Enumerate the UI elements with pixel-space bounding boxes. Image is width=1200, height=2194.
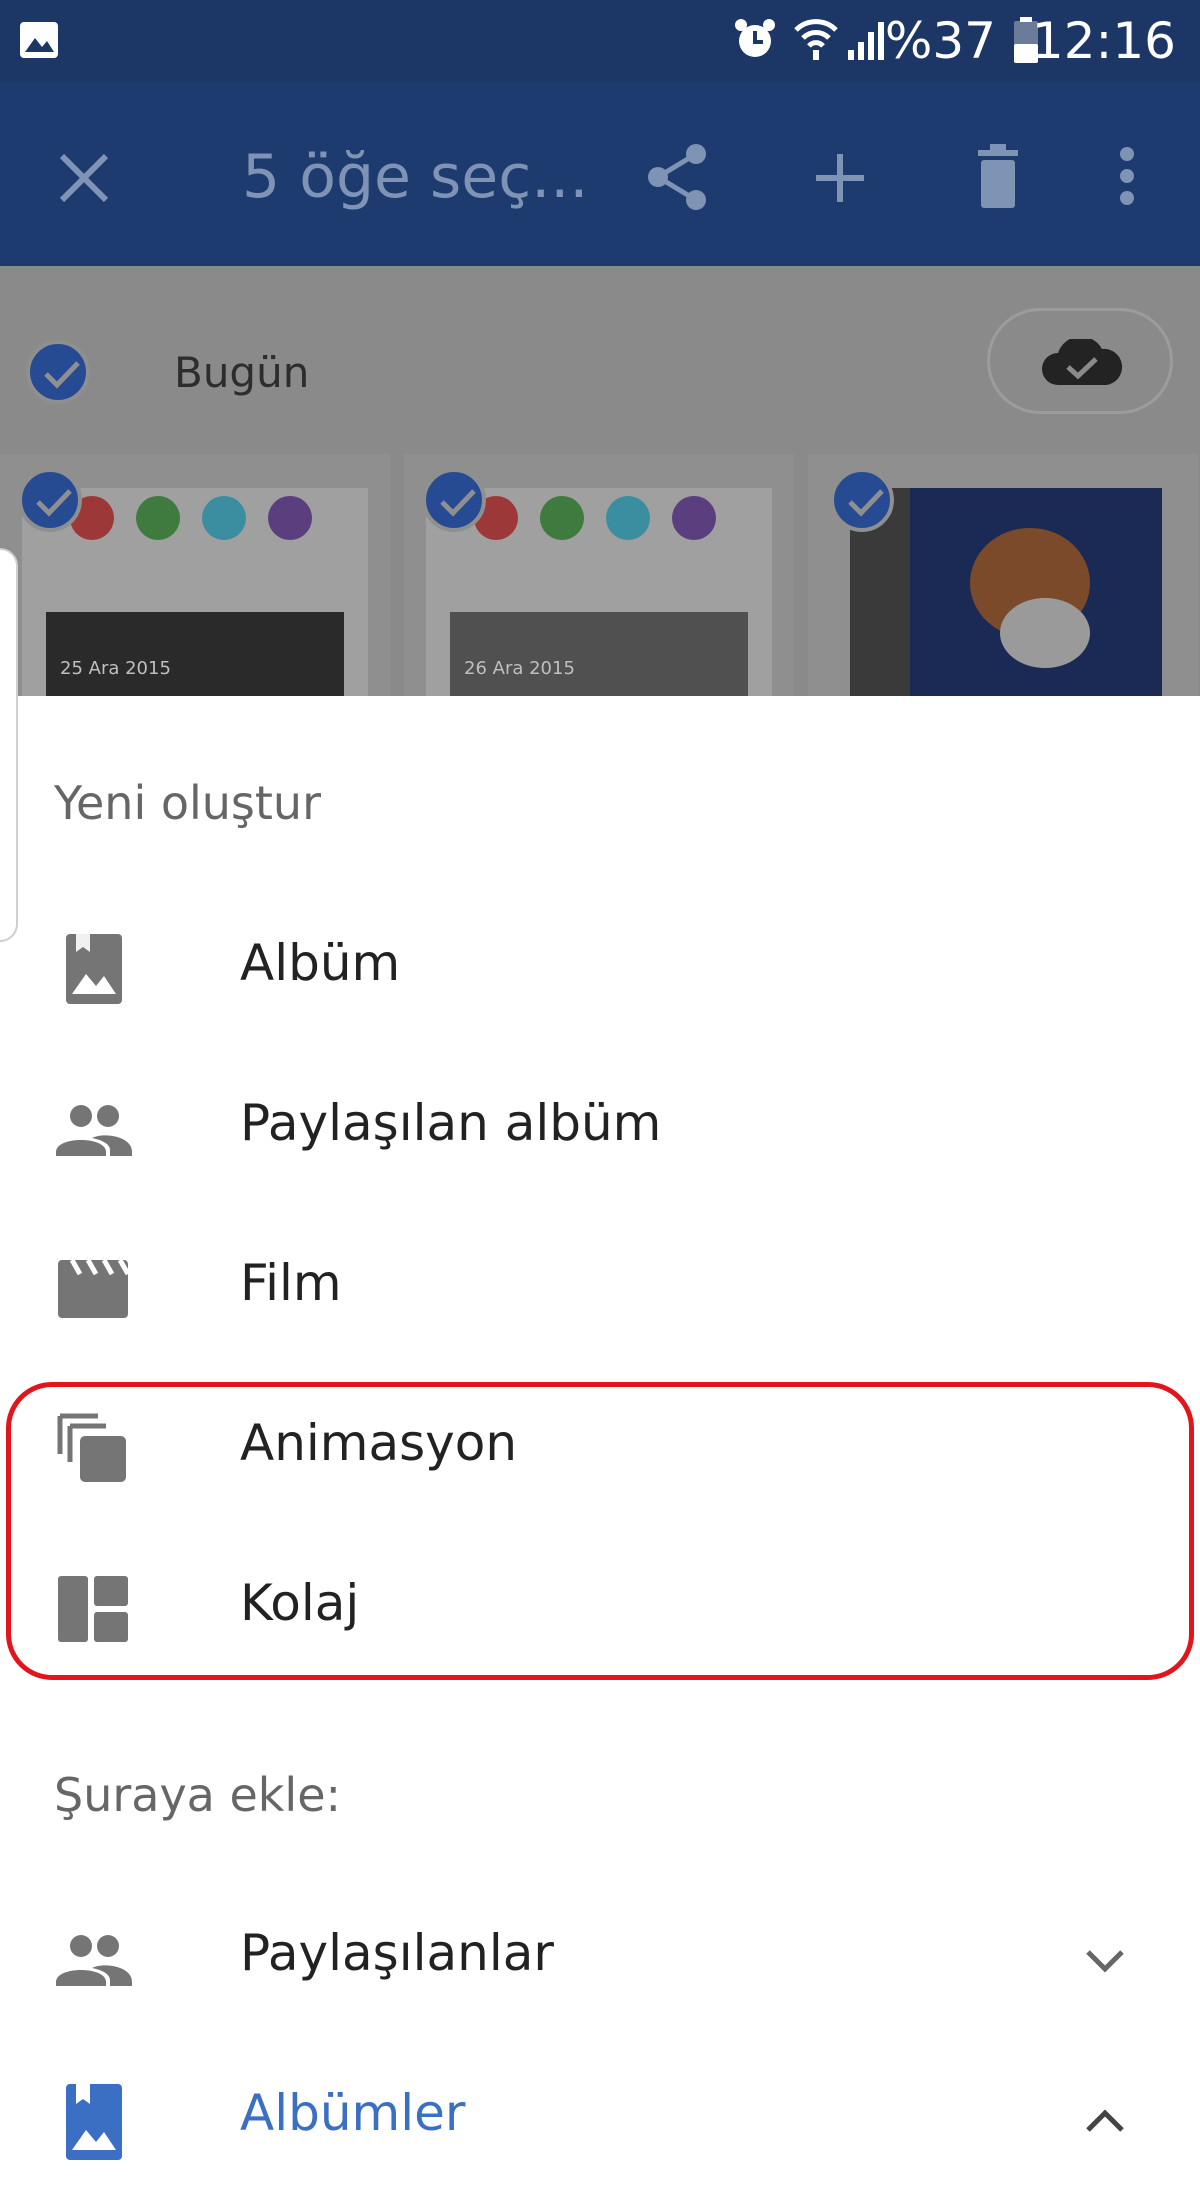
menu-item-label: Paylaşılan albüm	[240, 1094, 662, 1152]
menu-item-label: Albümler	[240, 2084, 466, 2142]
people-icon	[56, 1105, 132, 1156]
selection-title: 5 öğe seç...	[242, 142, 589, 212]
checkmark-icon	[848, 489, 884, 517]
chevron-down-icon[interactable]	[1080, 1936, 1130, 1986]
album-bookmark-icon	[66, 2084, 122, 2160]
add-to-header: Şuraya ekle:	[54, 1768, 342, 1822]
cloud-done-icon	[1042, 339, 1123, 385]
chevron-up-icon[interactable]	[1080, 2096, 1130, 2146]
thumbnail-image	[850, 488, 1162, 696]
delete-icon[interactable]	[972, 142, 1024, 210]
menu-item-movie[interactable]: Film	[0, 1204, 1200, 1364]
menu-item-albums[interactable]: Albümler	[0, 2034, 1200, 2194]
photo-grid-dimmed: Bugün 25 Ara 2015 26 Ara 2015	[0, 266, 1200, 696]
green-circle-icon	[136, 496, 180, 540]
selection-toolbar: 5 öğe seç...	[0, 82, 1200, 266]
people-icon	[56, 1935, 132, 1986]
menu-item-label: Film	[240, 1254, 342, 1312]
photo-thumbnail[interactable]	[808, 454, 1198, 696]
more-vert-icon[interactable]	[1118, 146, 1136, 206]
status-bar: %37 12:16	[0, 0, 1200, 82]
album-icon	[66, 934, 122, 1004]
share-icon[interactable]	[644, 142, 714, 212]
menu-item-label: Albüm	[240, 934, 401, 992]
thumbnail-card: 26 Ara 2015	[450, 612, 748, 696]
photo-thumbnail[interactable]: 26 Ara 2015	[404, 454, 794, 696]
edge-panel-handle[interactable]	[0, 548, 18, 942]
thumbnail-card: 25 Ara 2015	[46, 612, 344, 696]
photo-thumbnail[interactable]: 25 Ara 2015	[0, 454, 390, 696]
photo-select-check[interactable]	[18, 468, 82, 532]
menu-item-shared-album[interactable]: Paylaşılan albüm	[0, 1044, 1200, 1204]
photo-select-check[interactable]	[830, 468, 894, 532]
create-new-header: Yeni oluştur	[54, 776, 321, 830]
alarm-icon	[735, 19, 775, 57]
close-icon[interactable]	[56, 150, 112, 206]
green-circle-icon	[540, 496, 584, 540]
add-icon[interactable]	[814, 152, 866, 204]
gallery-notification-icon	[20, 22, 58, 58]
blue-circle-icon	[202, 496, 246, 540]
purple-circle-icon	[672, 496, 716, 540]
thumbnail-date: 25 Ara 2015	[60, 658, 171, 679]
signal-icon	[848, 22, 884, 60]
wifi-icon	[794, 19, 838, 60]
backup-status-button[interactable]	[987, 308, 1173, 414]
checkmark-icon	[44, 361, 80, 389]
purple-circle-icon	[268, 496, 312, 540]
movie-icon	[58, 1258, 131, 1318]
menu-item-album[interactable]: Albüm	[0, 884, 1200, 1044]
date-select-check[interactable]	[26, 340, 90, 404]
menu-item-shared[interactable]: Paylaşılanlar	[0, 1874, 1200, 2034]
date-label: Bugün	[174, 348, 310, 397]
menu-item-label: Paylaşılanlar	[240, 1924, 554, 1982]
battery-percent: %37	[884, 12, 996, 70]
thumbnail-date: 26 Ara 2015	[464, 658, 575, 679]
highlight-annotation	[6, 1382, 1194, 1680]
blue-circle-icon	[606, 496, 650, 540]
checkmark-icon	[440, 489, 476, 517]
clock: 12:16	[1031, 12, 1176, 70]
checkmark-icon	[36, 489, 72, 517]
photo-subject-light	[1000, 598, 1090, 668]
photo-select-check[interactable]	[422, 468, 486, 532]
